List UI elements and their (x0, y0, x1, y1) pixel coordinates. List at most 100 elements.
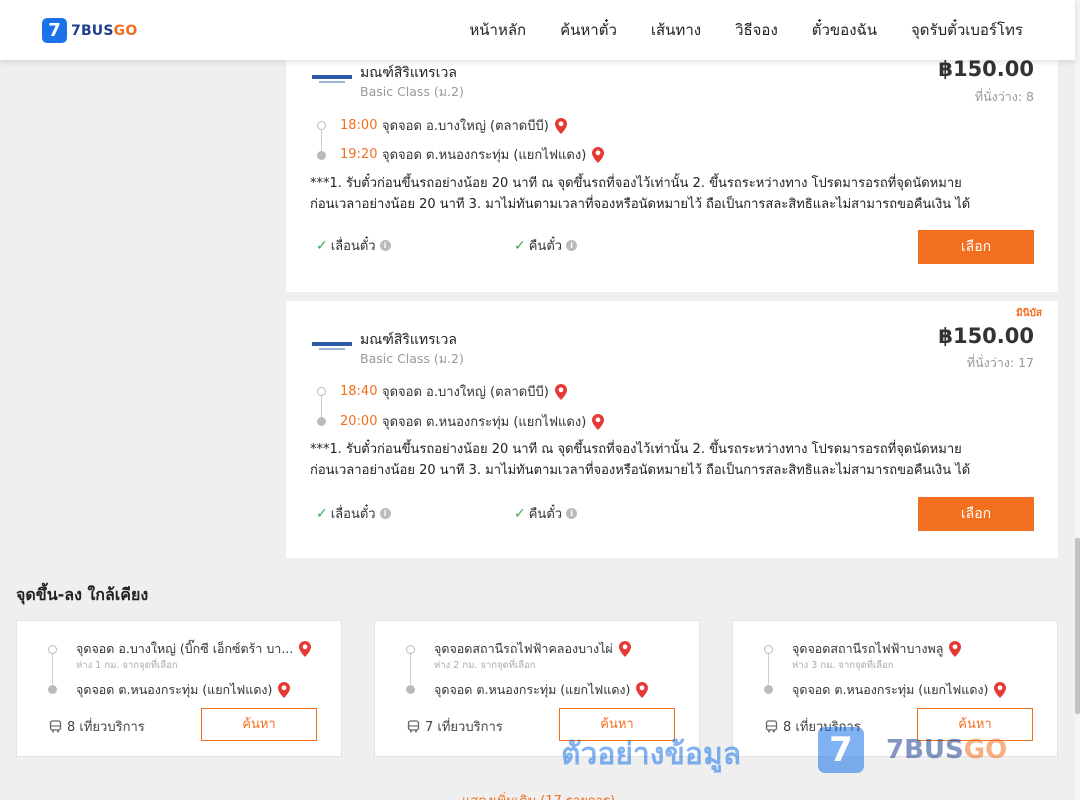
trip-price: ฿150.00 (938, 324, 1034, 348)
check-icon: ✓ (316, 505, 328, 522)
scrollbar-thumb[interactable] (1075, 538, 1080, 714)
arrive-stop: จุดจอด ต.หนองกระทุ่ม (แยกไฟแดง) (382, 148, 587, 163)
depart-time: 18:00 (340, 118, 378, 133)
nav-how-to-book[interactable]: วิธีจอง (735, 18, 778, 42)
nearby-to: จุดจอด ต.หนองกระทุ่ม (แยกไฟแดง) (792, 680, 1007, 700)
map-pin-icon[interactable] (949, 641, 962, 657)
map-pin-icon[interactable] (618, 641, 631, 657)
watermark-logo-mark: 7 (818, 727, 864, 773)
note-line-1: ***1. รับตั๋วก่อนขึ้นรถอย่างน้อย 20 นาที… (310, 176, 962, 191)
watermark-logo-text: 7BUSGO (886, 735, 1007, 765)
map-pin-icon[interactable] (636, 682, 649, 698)
nearby-from: จุดจอดสถานีรถไฟฟ้าคลองบางไผ่ (434, 639, 631, 659)
trip-card: มินิบัส มณฑ์สิริแทรเวล Basic Class (ม.2)… (286, 301, 1058, 558)
feature-label: คืนตั๋ว (528, 507, 563, 522)
arrive-row: 20:00 จุดจอด ต.หนองกระทุ่ม (แยกไฟแดง) (340, 411, 605, 432)
nav-home[interactable]: หน้าหลัก (469, 18, 526, 42)
watermark-logo: 7 7BUSGO (818, 727, 1007, 773)
to-stop: จุดจอด ต.หนองกระทุ่ม (แยกไฟแดง) (434, 682, 631, 697)
nav-ticket-pickup[interactable]: จุดรับตั๋วเบอร์โทร (911, 18, 1023, 42)
from-stop: จุดจอด อ.บางใหญ่ (บิ๊กซี เอ็กซ์ตร้า บา..… (76, 641, 294, 656)
depart-stop: จุดจอด อ.บางใหญ่ (ตลาดบีบี) (382, 119, 549, 134)
logo-text-main: 7BUS (71, 22, 114, 39)
info-icon[interactable]: i (566, 508, 578, 519)
nearby-stop-card: จุดจอด อ.บางใหญ่ (บิ๊กซี เอ็กซ์ตร้า บา..… (16, 620, 342, 757)
feature-label: เลื่อนตั๋ว (330, 239, 376, 254)
map-pin-icon[interactable] (299, 641, 312, 657)
feature-label: เลื่อนตั๋ว (330, 507, 376, 522)
route-line (410, 654, 411, 684)
watermark-logo-main: 7BUS (886, 735, 964, 765)
operator-name: มณฑ์สิริแทรเวล (360, 332, 457, 348)
map-pin-icon[interactable] (592, 146, 605, 163)
depart-row: 18:00 จุดจอด อ.บางใหญ่ (ตลาดบีบี) (340, 115, 567, 136)
depart-row: 18:40 จุดจอด อ.บางใหญ่ (ตลาดบีบี) (340, 381, 567, 402)
map-pin-icon[interactable] (592, 413, 605, 430)
logo-mark: 7 (42, 18, 67, 43)
nav-search-ticket[interactable]: ค้นหาตั๋ว (560, 18, 617, 42)
nearby-to: จุดจอด ต.หนองกระทุ่ม (แยกไฟแดง) (76, 680, 291, 700)
info-icon[interactable]: i (379, 240, 391, 251)
feature-reschedule: ✓ เลื่อนตั๋ว i (316, 235, 391, 256)
to-dot (764, 685, 773, 694)
nearby-from: จุดจอดสถานีรถไฟฟ้าบางพลู (792, 639, 962, 659)
depart-dot (317, 121, 326, 130)
arrive-row: 19:20 จุดจอด ต.หนองกระทุ่ม (แยกไฟแดง) (340, 144, 605, 165)
check-icon: ✓ (514, 505, 526, 522)
note-line-2: ก่อนเวลาอย่างน้อย 20 นาที 3. มาไม่ทันตาม… (310, 463, 971, 478)
map-pin-icon[interactable] (278, 682, 291, 698)
bus-icon (407, 720, 420, 733)
to-dot (406, 685, 415, 694)
trip-notes: ***1. รับตั๋วก่อนขึ้นรถอย่างน้อย 20 นาที… (310, 173, 1036, 215)
page-scrollbar[interactable] (1075, 0, 1080, 800)
watermark-text: ตัวอย่างข้อมูล (561, 737, 742, 772)
operator-logo (312, 75, 352, 84)
info-icon[interactable]: i (566, 240, 578, 251)
trip-count-label: 7 เที่ยวบริการ (425, 720, 503, 735)
trip-price: ฿150.00 (938, 57, 1034, 81)
feature-refund: ✓ คืนตั๋ว i (514, 235, 578, 256)
depart-stop: จุดจอด อ.บางใหญ่ (ตลาดบีบี) (382, 385, 549, 400)
info-icon[interactable]: i (379, 508, 391, 519)
arrive-time: 19:20 (340, 147, 378, 162)
map-pin-icon[interactable] (554, 383, 567, 400)
from-dot (406, 645, 415, 654)
to-stop: จุดจอด ต.หนองกระทุ่ม (แยกไฟแดง) (76, 682, 273, 697)
map-pin-icon[interactable] (994, 682, 1007, 698)
to-stop: จุดจอด ต.หนองกระทุ่ม (แยกไฟแดง) (792, 682, 989, 697)
operator-name: มณฑ์สิริแทรเวล (360, 65, 457, 81)
check-icon: ✓ (316, 237, 328, 254)
trip-notes: ***1. รับตั๋วก่อนขึ้นรถอย่างน้อย 20 นาที… (310, 439, 1036, 481)
nearby-from: จุดจอด อ.บางใหญ่ (บิ๊กซี เอ็กซ์ตร้า บา..… (76, 639, 312, 659)
arrive-stop: จุดจอด ต.หนองกระทุ่ม (แยกไฟแดง) (382, 415, 587, 430)
show-more-link[interactable]: แสดงเพิ่มเติม (17 รายการ) (462, 790, 615, 800)
bus-icon (765, 720, 778, 733)
site-logo[interactable]: 7 7BUSGO (42, 18, 137, 43)
nav-my-tickets[interactable]: ตั๋วของฉัน (812, 18, 877, 42)
feature-refund: ✓ คืนตั๋ว i (514, 503, 578, 524)
nearby-search-button[interactable]: ค้นหา (201, 708, 317, 741)
nav-routes[interactable]: เส้นทาง (651, 18, 701, 42)
seats-available: ที่นั่งว่าง: 17 (966, 355, 1034, 370)
bus-class: Basic Class (ม.2) (360, 84, 464, 99)
nearby-section-title: จุดขึ้น-ลง ใกล้เคียง (16, 585, 149, 604)
feature-reschedule: ✓ เลื่อนตั๋ว i (316, 503, 391, 524)
map-pin-icon[interactable] (554, 117, 567, 134)
nearby-to: จุดจอด ต.หนองกระทุ่ม (แยกไฟแดง) (434, 680, 649, 700)
route-line (52, 654, 53, 684)
route-line (768, 654, 769, 684)
from-stop: จุดจอดสถานีรถไฟฟ้าบางพลู (792, 641, 944, 656)
select-trip-button[interactable]: เลือก (918, 497, 1034, 531)
arrive-dot (317, 417, 326, 426)
trip-card: มณฑ์สิริแทรเวล Basic Class (ม.2) ฿150.00… (286, 44, 1058, 292)
depart-time: 18:40 (340, 384, 378, 399)
arrive-time: 20:00 (340, 414, 378, 429)
seats-available: ที่นั่งว่าง: 8 (974, 89, 1034, 104)
select-trip-button[interactable]: เลือก (918, 230, 1034, 264)
route-line (321, 396, 322, 417)
main-nav: หน้าหลัก ค้นหาตั๋ว เส้นทาง วิธีจอง ตั๋วข… (435, 0, 1023, 60)
distance-label: ห่าง 3 กม. จากจุดที่เลือก (792, 660, 894, 671)
distance-label: ห่าง 2 กม. จากจุดที่เลือก (434, 660, 536, 671)
arrive-dot (317, 151, 326, 160)
bus-class: Basic Class (ม.2) (360, 351, 464, 366)
